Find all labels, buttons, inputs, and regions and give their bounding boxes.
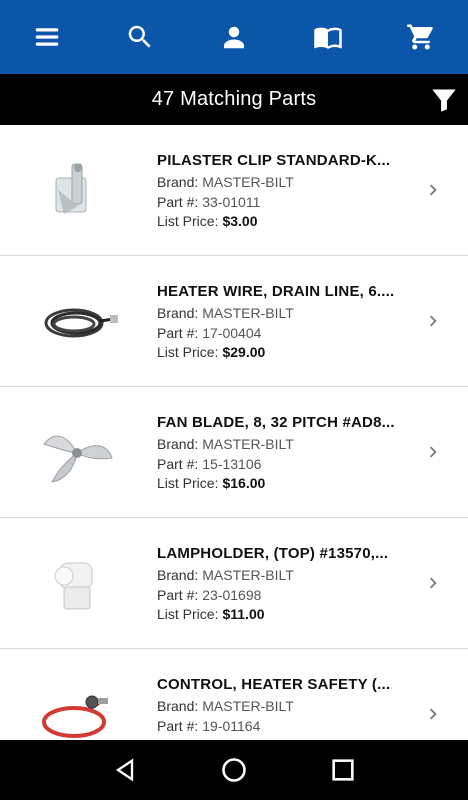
pilaster-clip-image [34, 141, 120, 241]
catalog-icon [313, 27, 342, 49]
chevron-right-icon[interactable] [422, 179, 444, 201]
item-brand: MASTER-BILT [202, 698, 294, 714]
chevron-right-icon[interactable] [422, 441, 444, 463]
item-part-number: 33-01011 [202, 193, 261, 210]
brand-label: Brand: [157, 174, 199, 190]
brand-label: Brand: [157, 436, 199, 452]
results-count: 47 Matching Parts [151, 88, 317, 110]
item-title: CONTROL, HEATER SAFETY (... [157, 676, 391, 693]
chevron-right-icon[interactable] [422, 572, 444, 594]
part-label: Part #: [157, 324, 199, 341]
catalog-button[interactable] [296, 0, 360, 74]
brand-label: Brand: [157, 698, 199, 714]
search-button[interactable] [108, 0, 172, 74]
part-label: Part #: [157, 586, 199, 603]
results-bar: 47 Matching Parts [0, 74, 468, 125]
item-brand: MASTER-BILT [202, 174, 294, 190]
filter-button[interactable] [426, 82, 462, 118]
chevron-right-icon[interactable] [422, 703, 444, 725]
recents-button[interactable] [313, 740, 373, 800]
back-button[interactable] [95, 740, 155, 800]
heater-wire-image [34, 272, 120, 372]
item-price: $3.00 [222, 213, 258, 229]
brand-label: Brand: [157, 567, 199, 583]
price-label: List Price: [157, 344, 219, 360]
list-item[interactable]: HEATER WIRE, DRAIN LINE, 6.... Brand: MAS… [0, 256, 468, 387]
item-brand: MASTER-BILT [202, 567, 294, 583]
item-title: HEATER WIRE, DRAIN LINE, 6.... [157, 283, 395, 300]
back-icon [115, 758, 133, 782]
menu-icon [35, 28, 59, 46]
price-label: List Price: [157, 475, 219, 491]
item-title: FAN BLADE, 8, 32 PITCH #AD8... [157, 414, 395, 431]
item-part-number: 15-13106 [202, 455, 262, 472]
item-price: $16.00 [222, 475, 266, 491]
recents-icon [332, 759, 354, 781]
chevron-right-icon[interactable] [422, 310, 444, 332]
list-item[interactable]: FAN BLADE, 8, 32 PITCH #AD8... Brand: MAS… [0, 387, 468, 518]
price-label: List Price: [157, 213, 219, 229]
item-brand: MASTER-BILT [202, 436, 294, 452]
search-icon [129, 25, 152, 48]
part-label: Part #: [157, 717, 199, 734]
item-brand: MASTER-BILT [202, 305, 294, 321]
menu-button[interactable] [15, 0, 79, 74]
account-icon [223, 26, 244, 49]
list-item[interactable]: LAMPHOLDER, (TOP) #13570,... Brand: MASTE… [0, 518, 468, 649]
item-title: PILASTER CLIP STANDARD-K... [157, 152, 391, 169]
item-part-number: 23-01698 [202, 586, 262, 603]
home-button[interactable] [204, 740, 264, 800]
lampholder-image [34, 534, 120, 634]
item-title: LAMPHOLDER, (TOP) #13570,... [157, 545, 389, 562]
list-item[interactable]: CONTROL, HEATER SAFETY (... Brand: MASTER… [0, 649, 468, 740]
parts-list: PILASTER CLIP STANDARD-K... Brand: MASTER… [0, 125, 468, 740]
cart-button[interactable] [389, 0, 453, 74]
cart-icon [407, 24, 433, 50]
part-label: Part #: [157, 455, 199, 472]
item-price: $29.00 [222, 344, 266, 360]
item-price: $11.00 [222, 606, 265, 622]
price-label: List Price: [157, 606, 219, 622]
account-button[interactable] [202, 0, 266, 74]
item-part-number: 19-01164 [202, 717, 261, 734]
system-nav-bar [0, 740, 468, 800]
brand-label: Brand: [157, 305, 199, 321]
app-header [0, 0, 468, 74]
home-icon [222, 758, 246, 782]
filter-icon [432, 89, 456, 112]
part-label: Part #: [157, 193, 199, 210]
heater-control-image [34, 665, 120, 740]
list-item[interactable]: PILASTER CLIP STANDARD-K... Brand: MASTER… [0, 125, 468, 256]
item-part-number: 17-00404 [202, 324, 262, 341]
fan-blade-image [34, 403, 120, 503]
